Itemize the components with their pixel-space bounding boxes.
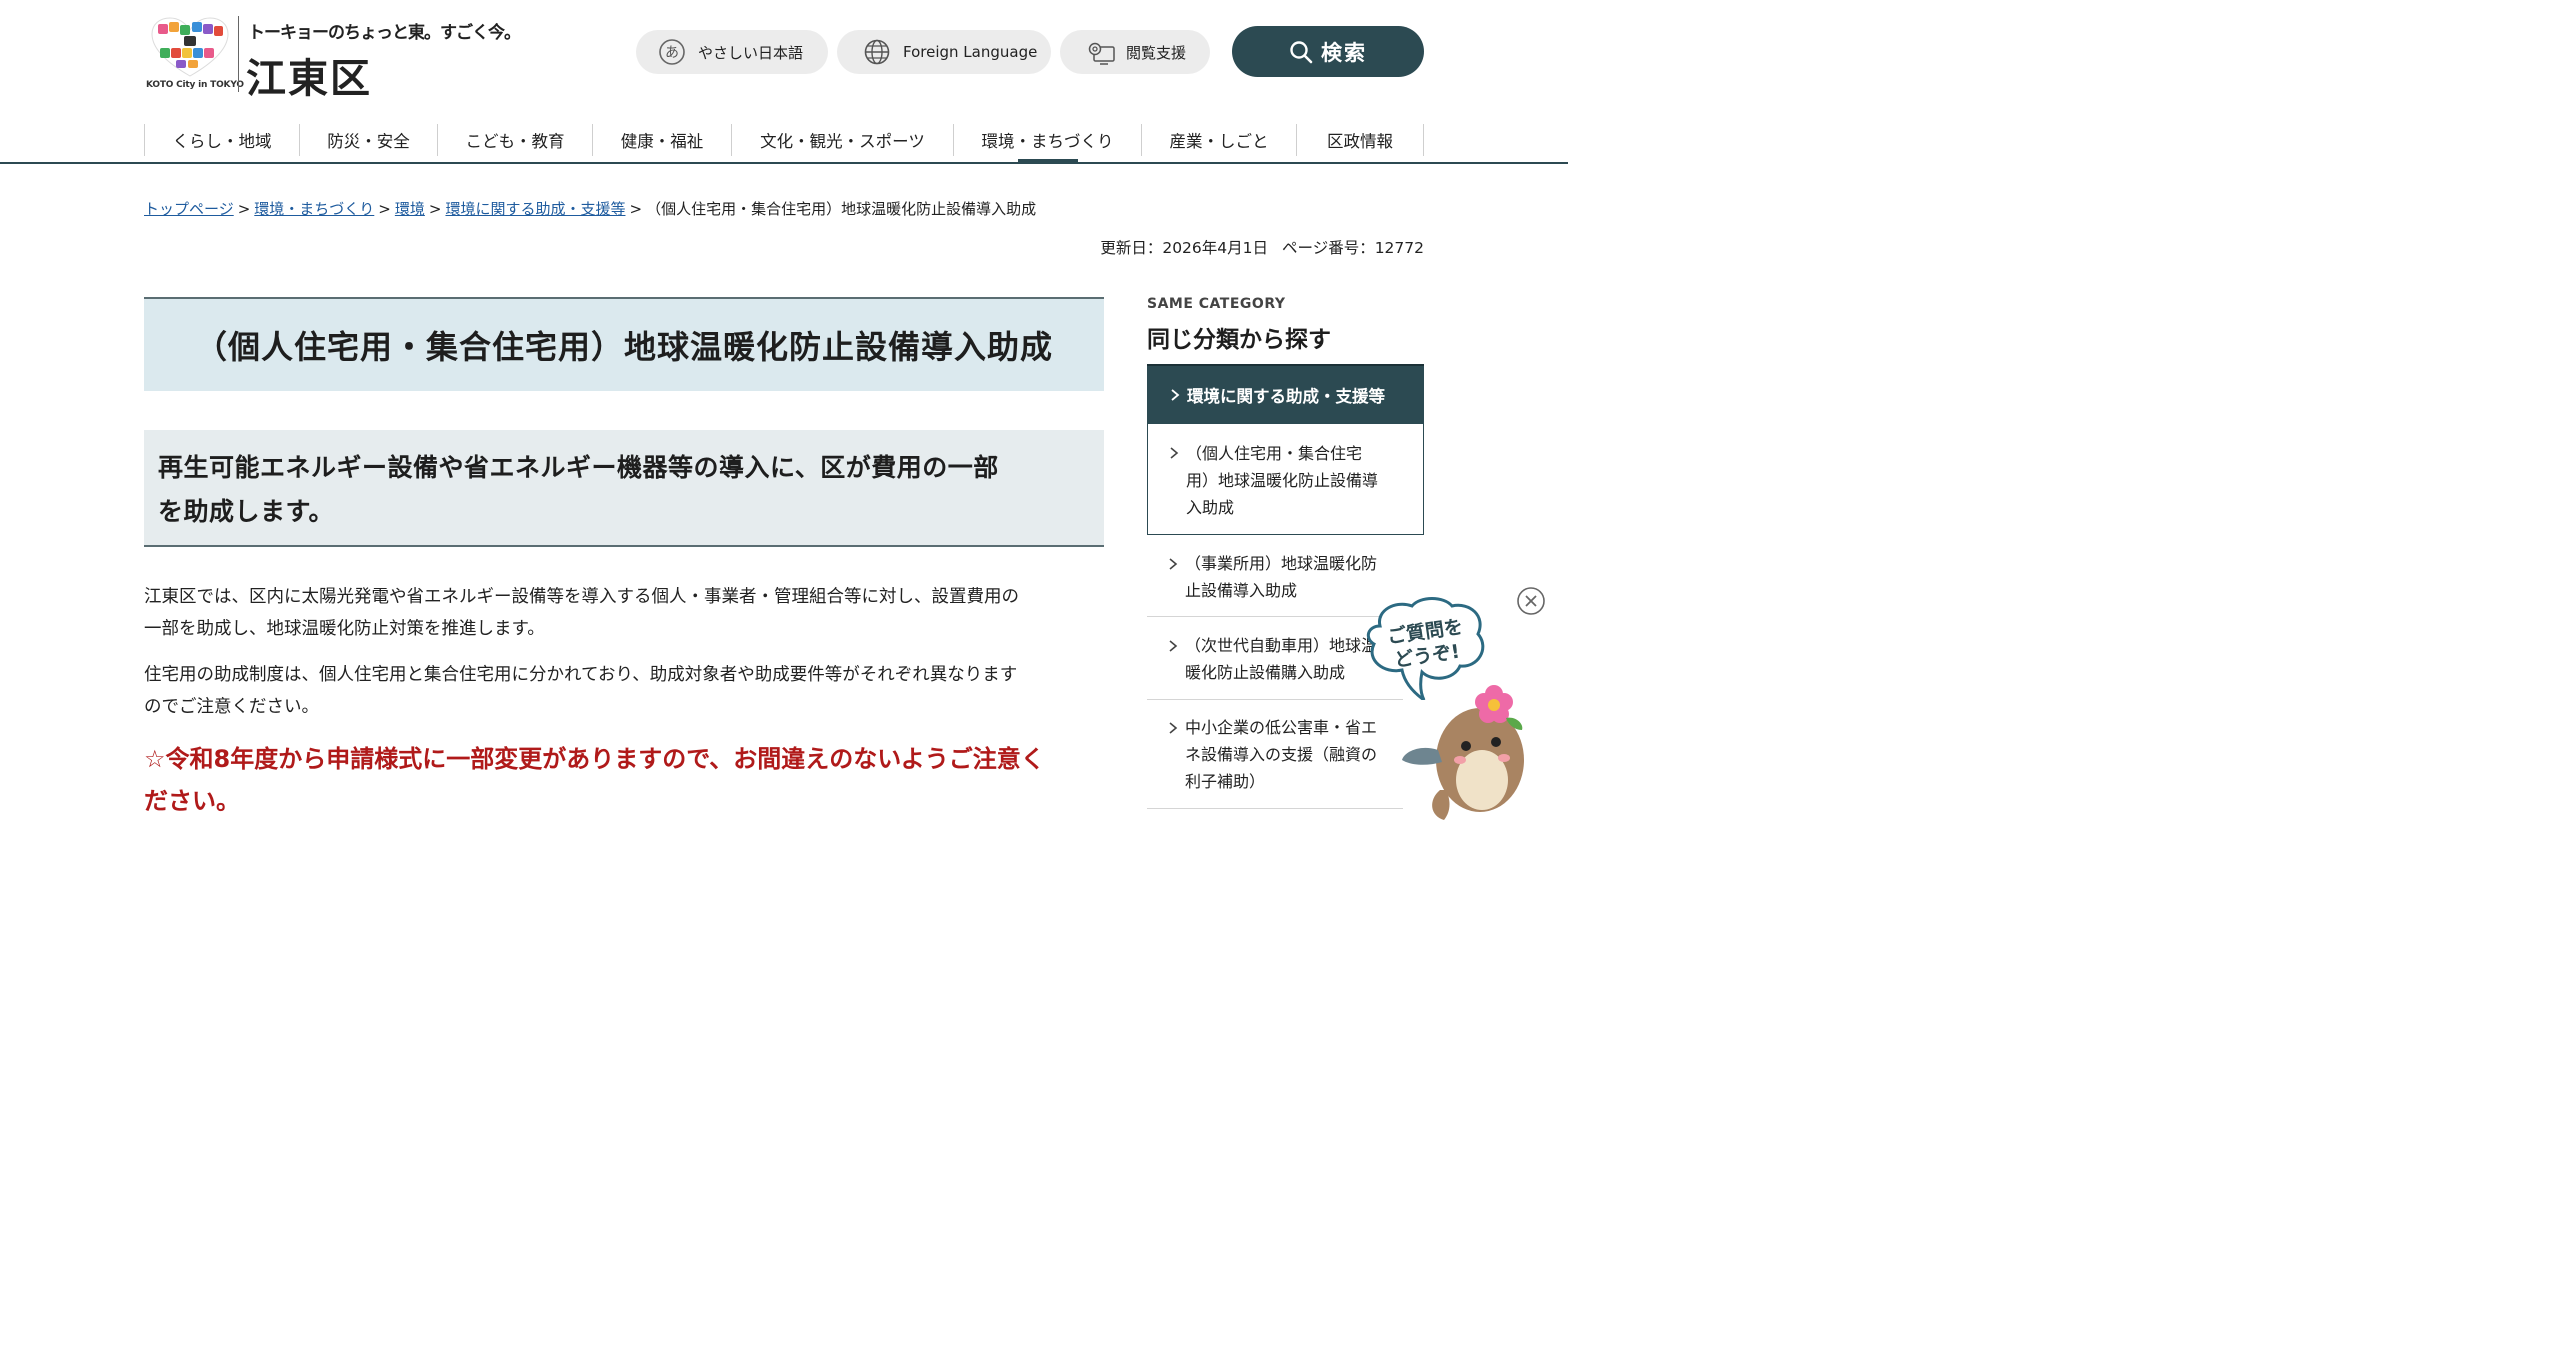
logo-divider [238, 16, 239, 92]
easy-japanese-label: やさしい日本語 [698, 43, 804, 62]
search-icon [1289, 40, 1313, 64]
browsing-support-label: 閲覧支援 [1126, 43, 1187, 62]
gear-monitor-icon [1084, 38, 1116, 66]
housing-note-paragraph: 住宅用の助成制度は、個人住宅用と集合住宅用に分かれており、助成対象者や助成要件等… [144, 659, 1106, 723]
sidebar-label-en: SAME CATEGORY [1147, 296, 1286, 312]
sidebar-category-heading-label: 環境に関する助成・支援等 [1187, 387, 1385, 406]
search-button[interactable]: 検索 [1232, 26, 1424, 77]
nav-item-culture[interactable]: 文化・観光・スポーツ [731, 124, 953, 156]
nav-item-industry[interactable]: 産業・しごと [1141, 124, 1296, 156]
breadcrumb-separator: > [378, 200, 391, 218]
foreign-language-button[interactable]: Foreign Language [837, 30, 1051, 74]
sidebar-item-residential[interactable]: （個人住宅用・集合住宅 用）地球温暖化防止設備導 入助成 [1147, 424, 1424, 535]
sidebar-label-jp: 同じ分類から探す [1147, 327, 1331, 353]
page-meta: 更新日：2026年4月1日 ページ番号：12772 [1100, 236, 1424, 258]
foreign-language-label: Foreign Language [903, 43, 1038, 61]
breadcrumb-separator: > [237, 200, 251, 218]
nav-item-environment[interactable]: 環境・まちづくり [953, 124, 1141, 164]
sidebar-item-line: 用）地球温暖化防止設備導 [1186, 471, 1379, 490]
nav-item-safety[interactable]: 防災・安全 [299, 124, 437, 156]
breadcrumb-top-link[interactable]: トップページ [144, 200, 234, 218]
close-circle-icon [1517, 587, 1545, 615]
breadcrumb: トップページ > 環境・まちづくり > 環境 > 環境に関する助成・支援等 > （個人住宅用・集… [144, 198, 1036, 219]
browsing-support-button[interactable]: 閲覧支援 [1060, 30, 1210, 74]
chat-close-button[interactable] [1516, 586, 1546, 620]
housing-note-line-2: のでご注意ください。 [144, 697, 319, 717]
notice-line-2: ださい。 [144, 787, 240, 815]
easy-japanese-button[interactable]: あ やさしい日本語 [636, 30, 828, 74]
sidebar-item-line: ネ設備導入の支援（融資の [1185, 745, 1378, 764]
housing-note-line-1: 住宅用の助成制度は、個人住宅用と集合住宅用に分かれており、助成対象者や助成要件等… [144, 665, 1018, 685]
breadcrumb-env-link[interactable]: 環境 [395, 200, 425, 218]
chevron-right-icon [1170, 447, 1179, 459]
sidebar-item-line: 止設備導入助成 [1185, 581, 1298, 600]
chevron-right-icon [1171, 389, 1180, 401]
breadcrumb-current: （個人住宅用・集合住宅用）地球温暖化防止設備導入助成 [646, 200, 1037, 218]
page-title: （個人住宅用・集合住宅用）地球温暖化防止設備導入助成 [194, 328, 1053, 366]
sidebar-category-heading[interactable]: 環境に関する助成・支援等 [1147, 364, 1424, 424]
lead-heading-box: 再生可能エネルギー設備や省エネルギー機器等の導入に、区が費用の一部 を助成します… [144, 430, 1104, 547]
chevron-right-icon [1169, 558, 1178, 570]
chevron-right-icon [1169, 640, 1178, 652]
sidebar-divider [1147, 808, 1403, 809]
sidebar-item-line: （次世代自動車用）地球温 [1185, 636, 1378, 655]
updated-date: 更新日：2026年4月1日 [1100, 239, 1268, 257]
breadcrumb-separator: > [428, 200, 442, 218]
logo-city-name: 江東区 [246, 56, 372, 102]
lead-line-1: 再生可能エネルギー設備や省エネルギー機器等の導入に、区が費用の一部 [158, 453, 999, 482]
logo-tagline: トーキョーのちょっと東。すごく今。 [248, 23, 521, 43]
mascot-character[interactable] [1400, 680, 1540, 831]
breadcrumb-subsidy-link[interactable]: 環境に関する助成・支援等 [445, 200, 625, 218]
sports-supports-heart-logo [151, 17, 229, 77]
nav-item-health[interactable]: 健康・福祉 [592, 124, 731, 156]
svg-text:あ: あ [665, 45, 679, 61]
nav-item-government[interactable]: 区政情報 [1296, 124, 1424, 156]
sidebar-item-line: 利子補助） [1185, 772, 1266, 791]
breadcrumb-environment-link[interactable]: 環境・まちづくり [254, 200, 374, 218]
lead-line-2: を助成します。 [158, 497, 335, 526]
page-number: ページ番号：12772 [1282, 239, 1424, 257]
site-logo[interactable]: KOTO City in TOKYO トーキョーのちょっと東。すごく今。 江東区 [146, 14, 521, 102]
notice-line-1: ☆令和8年度から申請様式に一部変更がありますので、お間違えのないようご注意く [144, 745, 1045, 773]
hiragana-a-icon: あ [658, 38, 686, 66]
lead-heading: 再生可能エネルギー設備や省エネルギー機器等の導入に、区が費用の一部 を助成します… [158, 446, 1090, 534]
chevron-right-icon [1169, 722, 1178, 734]
intro-line-2: 一部を助成し、地球温暖化防止対策を推進します。 [144, 619, 545, 639]
sidebar-item-line: 暖化防止設備購入助成 [1185, 663, 1346, 682]
intro-line-1: 江東区では、区内に太陽光発電や省エネルギー設備等を導入する個人・事業者・管理組合… [144, 587, 1019, 607]
logo-subtitle: KOTO City in TOKYO [146, 80, 244, 90]
sidebar-item-line: 入助成 [1186, 498, 1235, 517]
sidebar-item-line: （個人住宅用・集合住宅 [1186, 444, 1363, 463]
form-change-notice: ☆令和8年度から申請様式に一部変更がありますので、お間違えのないようご注意く だ… [144, 738, 1106, 822]
sidebar-item-sme[interactable]: 中小企業の低公害車・省エ ネ設備導入の支援（融資の 利子補助） [1147, 714, 1424, 798]
breadcrumb-separator: > [629, 200, 643, 218]
sidebar-item-line: （事業所用）地球温暖化防 [1185, 554, 1378, 573]
sidebar-item-line: 中小企業の低公害車・省エ [1185, 718, 1378, 737]
global-nav: くらし・地域 防災・安全 こども・教育 健康・福祉 文化・観光・スポーツ 環境・… [144, 124, 1424, 164]
page-title-box: （個人住宅用・集合住宅用）地球温暖化防止設備導入助成 [144, 297, 1104, 391]
nav-item-education[interactable]: こども・教育 [437, 124, 592, 156]
nav-underline [0, 162, 1568, 164]
globe-icon [863, 38, 891, 66]
intro-paragraph: 江東区では、区内に太陽光発電や省エネルギー設備等を導入する個人・事業者・管理組合… [144, 581, 1106, 645]
search-button-label: 検索 [1321, 40, 1367, 65]
nav-item-living[interactable]: くらし・地域 [144, 124, 299, 156]
